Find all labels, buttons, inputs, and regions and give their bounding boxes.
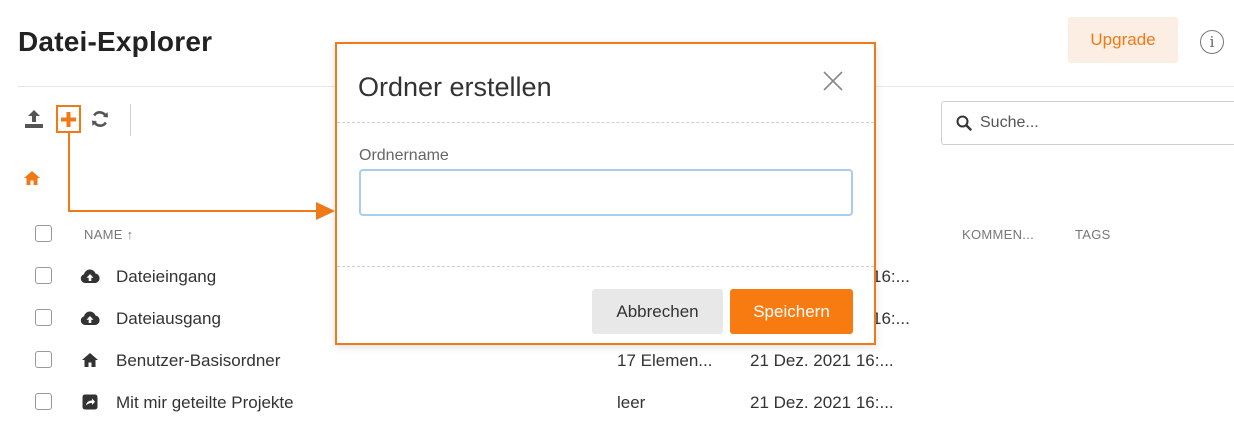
search-placeholder: Suche... bbox=[980, 114, 1039, 131]
row-name[interactable]: Dateiausgang bbox=[116, 309, 221, 329]
table-row[interactable]: Mit mir geteilte Projekte leer 21 Dez. 2… bbox=[0, 382, 1234, 421]
refresh-icon[interactable] bbox=[89, 108, 111, 130]
cloud-upload-icon bbox=[80, 308, 100, 328]
row-checkbox[interactable] bbox=[35, 393, 52, 410]
row-date: 21 Dez. 2021 16:... bbox=[750, 393, 894, 412]
dialog-title: Ordner erstellen bbox=[358, 72, 552, 102]
shared-folder-icon bbox=[80, 392, 100, 412]
column-name-header[interactable]: NAME ↑ bbox=[84, 227, 133, 242]
create-folder-dialog: Ordner erstellen Ordnername Abbrechen Sp… bbox=[335, 42, 876, 345]
annotation-arrow-horizontal bbox=[68, 210, 318, 212]
save-button[interactable]: Speichern bbox=[730, 289, 853, 334]
cloud-upload-icon bbox=[80, 266, 100, 286]
info-icon[interactable]: i bbox=[1200, 30, 1224, 54]
close-icon[interactable] bbox=[821, 69, 851, 99]
column-comments-header[interactable]: KOMMEN... bbox=[962, 227, 1034, 242]
cancel-button[interactable]: Abbrechen bbox=[592, 289, 723, 334]
row-name[interactable]: Dateieingang bbox=[116, 267, 216, 287]
row-checkbox[interactable] bbox=[35, 351, 52, 368]
folder-name-field[interactable] bbox=[359, 169, 853, 216]
folder-name-label: Ordnername bbox=[359, 147, 449, 164]
home-icon[interactable] bbox=[23, 170, 43, 190]
search-icon bbox=[956, 115, 972, 131]
page-title: Datei-Explorer bbox=[18, 26, 213, 57]
column-tags-header[interactable]: TAGS bbox=[1075, 227, 1111, 242]
upgrade-button[interactable]: Upgrade bbox=[1068, 17, 1178, 63]
annotation-arrowhead bbox=[316, 202, 335, 220]
home-icon bbox=[80, 350, 100, 370]
row-date: 16:... bbox=[872, 309, 910, 328]
toolbar-separator bbox=[130, 104, 131, 136]
add-folder-icon[interactable] bbox=[56, 105, 81, 133]
row-checkbox[interactable] bbox=[35, 309, 52, 326]
row-name[interactable]: Benutzer-Basisordner bbox=[116, 351, 280, 371]
search-input[interactable]: Suche... bbox=[941, 101, 1234, 145]
row-size: leer bbox=[617, 393, 646, 412]
upload-icon[interactable] bbox=[22, 107, 46, 131]
row-name[interactable]: Mit mir geteilte Projekte bbox=[116, 393, 294, 413]
dialog-divider-top bbox=[337, 122, 874, 123]
row-date: 16:... bbox=[872, 267, 910, 286]
row-size: 17 Elemen... bbox=[617, 351, 713, 370]
select-all-checkbox[interactable] bbox=[35, 225, 52, 242]
table-row[interactable]: Benutzer-Basisordner 17 Elemen... 21 Dez… bbox=[0, 340, 1234, 380]
annotation-arrow-vertical bbox=[68, 133, 70, 212]
row-checkbox[interactable] bbox=[35, 267, 52, 284]
dialog-divider-bottom bbox=[337, 266, 874, 267]
row-date: 21 Dez. 2021 16:... bbox=[750, 351, 894, 370]
